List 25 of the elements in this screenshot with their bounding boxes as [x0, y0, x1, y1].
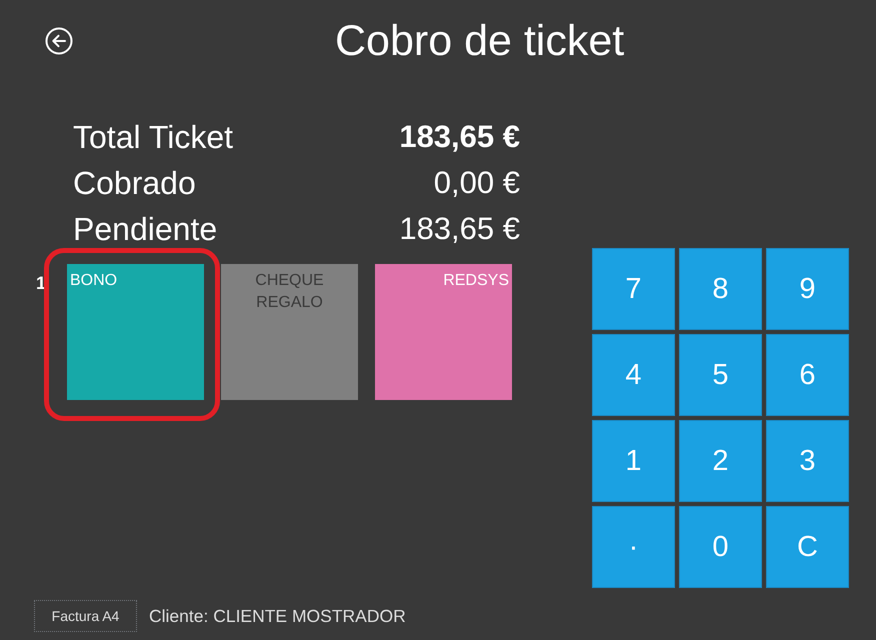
keypad-key[interactable]: 4 [592, 334, 675, 416]
keypad-key[interactable]: · [592, 506, 675, 588]
payment-tile[interactable]: REDSYS [375, 264, 512, 400]
keypad-key[interactable]: 3 [766, 420, 849, 502]
keypad-key[interactable]: 2 [679, 420, 762, 502]
payment-tile[interactable]: CHEQUE REGALO [221, 264, 358, 400]
summary-label: Pendiente [73, 210, 218, 248]
keypad-key[interactable]: 0 [679, 506, 762, 588]
keypad-key[interactable]: 6 [766, 334, 849, 416]
keypad-key[interactable]: 9 [766, 248, 849, 330]
summary-value: 183,65 € [399, 210, 520, 248]
invoice-button[interactable]: Factura A4 [34, 600, 137, 632]
summary-value: 183,65 € [399, 118, 520, 156]
summary-label: Cobrado [73, 164, 197, 202]
keypad-key[interactable]: 7 [592, 248, 675, 330]
summary-value: 0,00 € [432, 164, 520, 202]
keypad-key[interactable]: C [766, 506, 849, 588]
back-icon[interactable] [45, 27, 73, 55]
payment-tile[interactable]: BONO [67, 264, 204, 400]
keypad-key[interactable]: 5 [679, 334, 762, 416]
keypad-key[interactable]: 1 [592, 420, 675, 502]
page-title: Cobro de ticket [335, 16, 624, 66]
keypad-key[interactable]: 8 [679, 248, 762, 330]
client-label: Cliente: CLIENTE MOSTRADOR [149, 606, 406, 626]
summary-label: Total Ticket [73, 118, 234, 156]
